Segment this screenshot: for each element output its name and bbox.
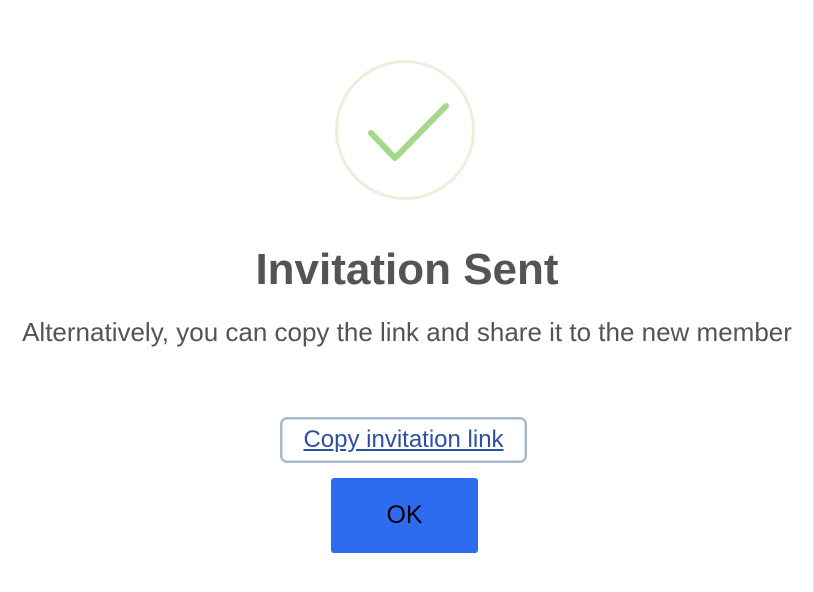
invitation-sent-dialog: Invitation Sent Alternatively, you can c…: [0, 0, 814, 592]
dialog-message: Alternatively, you can copy the link and…: [22, 317, 792, 347]
dialog-title: Invitation Sent: [255, 245, 559, 294]
copy-invitation-link-button[interactable]: Copy invitation link: [280, 417, 527, 463]
success-ring: [335, 60, 475, 200]
ok-button[interactable]: OK: [331, 478, 478, 553]
